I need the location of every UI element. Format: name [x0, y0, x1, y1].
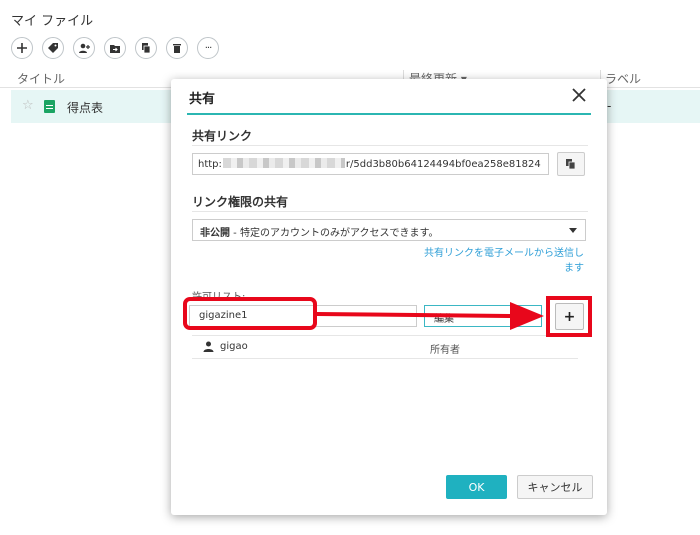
copy-icon: [566, 159, 576, 170]
close-button[interactable]: [570, 86, 588, 104]
close-icon: [572, 88, 586, 102]
move-folder-icon: [110, 45, 120, 53]
tag-button[interactable]: [42, 37, 64, 59]
section-divider: [192, 145, 588, 146]
section-divider: [192, 211, 588, 212]
cancel-button[interactable]: キャンセル: [517, 475, 593, 499]
share-link-field[interactable]: http: r/5dd3b80b64124494bf0ea258e81824: [192, 153, 549, 175]
owner-user-name: gigao: [220, 341, 248, 352]
file-label: -: [607, 99, 612, 113]
email-share-link[interactable]: 共有リンクを電子メールから送信します: [418, 246, 584, 276]
tag-icon: [48, 43, 58, 53]
annotation-highlight-input: [183, 297, 317, 330]
dialog-title-underline: [187, 113, 591, 115]
permission-value-bold: 非公開: [200, 228, 230, 239]
page: マイ ファイル ··· タイトル 最終更新 ▾ ラベル ☆: [0, 0, 700, 535]
person-icon: [203, 341, 214, 352]
dialog-title: 共有: [189, 92, 216, 107]
blurred-url-segment: [222, 158, 345, 168]
star-icon[interactable]: ☆: [22, 98, 34, 113]
ok-button[interactable]: OK: [446, 475, 507, 499]
owner-role: 所有者: [430, 345, 460, 356]
link-permission-select[interactable]: 非公開 - 特定のアカウントのみがアクセスできます。: [192, 219, 586, 241]
annotation-highlight-add-button: [546, 296, 592, 337]
share-link-prefix: http:: [198, 159, 222, 170]
share-link-label: 共有リンク: [192, 129, 253, 143]
role-select[interactable]: 編集: [424, 305, 542, 327]
add-user-button[interactable]: [73, 37, 95, 59]
file-name[interactable]: 得点表: [67, 99, 103, 116]
share-link-suffix: r/5dd3b80b64124494bf0ea258e81824: [345, 159, 541, 170]
copy-link-button[interactable]: [557, 152, 585, 176]
add-icon: [17, 43, 27, 53]
add-button[interactable]: [11, 37, 33, 59]
more-button[interactable]: ···: [197, 37, 219, 59]
copy-icon: [142, 43, 151, 54]
chevron-down-icon: [569, 228, 577, 233]
more-icon: ···: [204, 42, 212, 54]
column-label[interactable]: ラベル: [605, 70, 641, 87]
toolbar: ···: [11, 37, 219, 59]
permission-label: リンク権限の共有: [192, 195, 289, 209]
permission-value-text: - 特定のアカウントのみがアクセスできます。: [230, 228, 439, 239]
trash-icon: [173, 44, 181, 53]
add-user-icon: [79, 43, 90, 53]
copy-button[interactable]: [135, 37, 157, 59]
column-title[interactable]: タイトル: [17, 70, 65, 87]
page-title: マイ ファイル: [11, 14, 94, 29]
allow-list-row: gigao 所有者: [192, 335, 578, 359]
delete-button[interactable]: [166, 37, 188, 59]
move-button[interactable]: [104, 37, 126, 59]
spreadsheet-icon: [44, 100, 55, 113]
